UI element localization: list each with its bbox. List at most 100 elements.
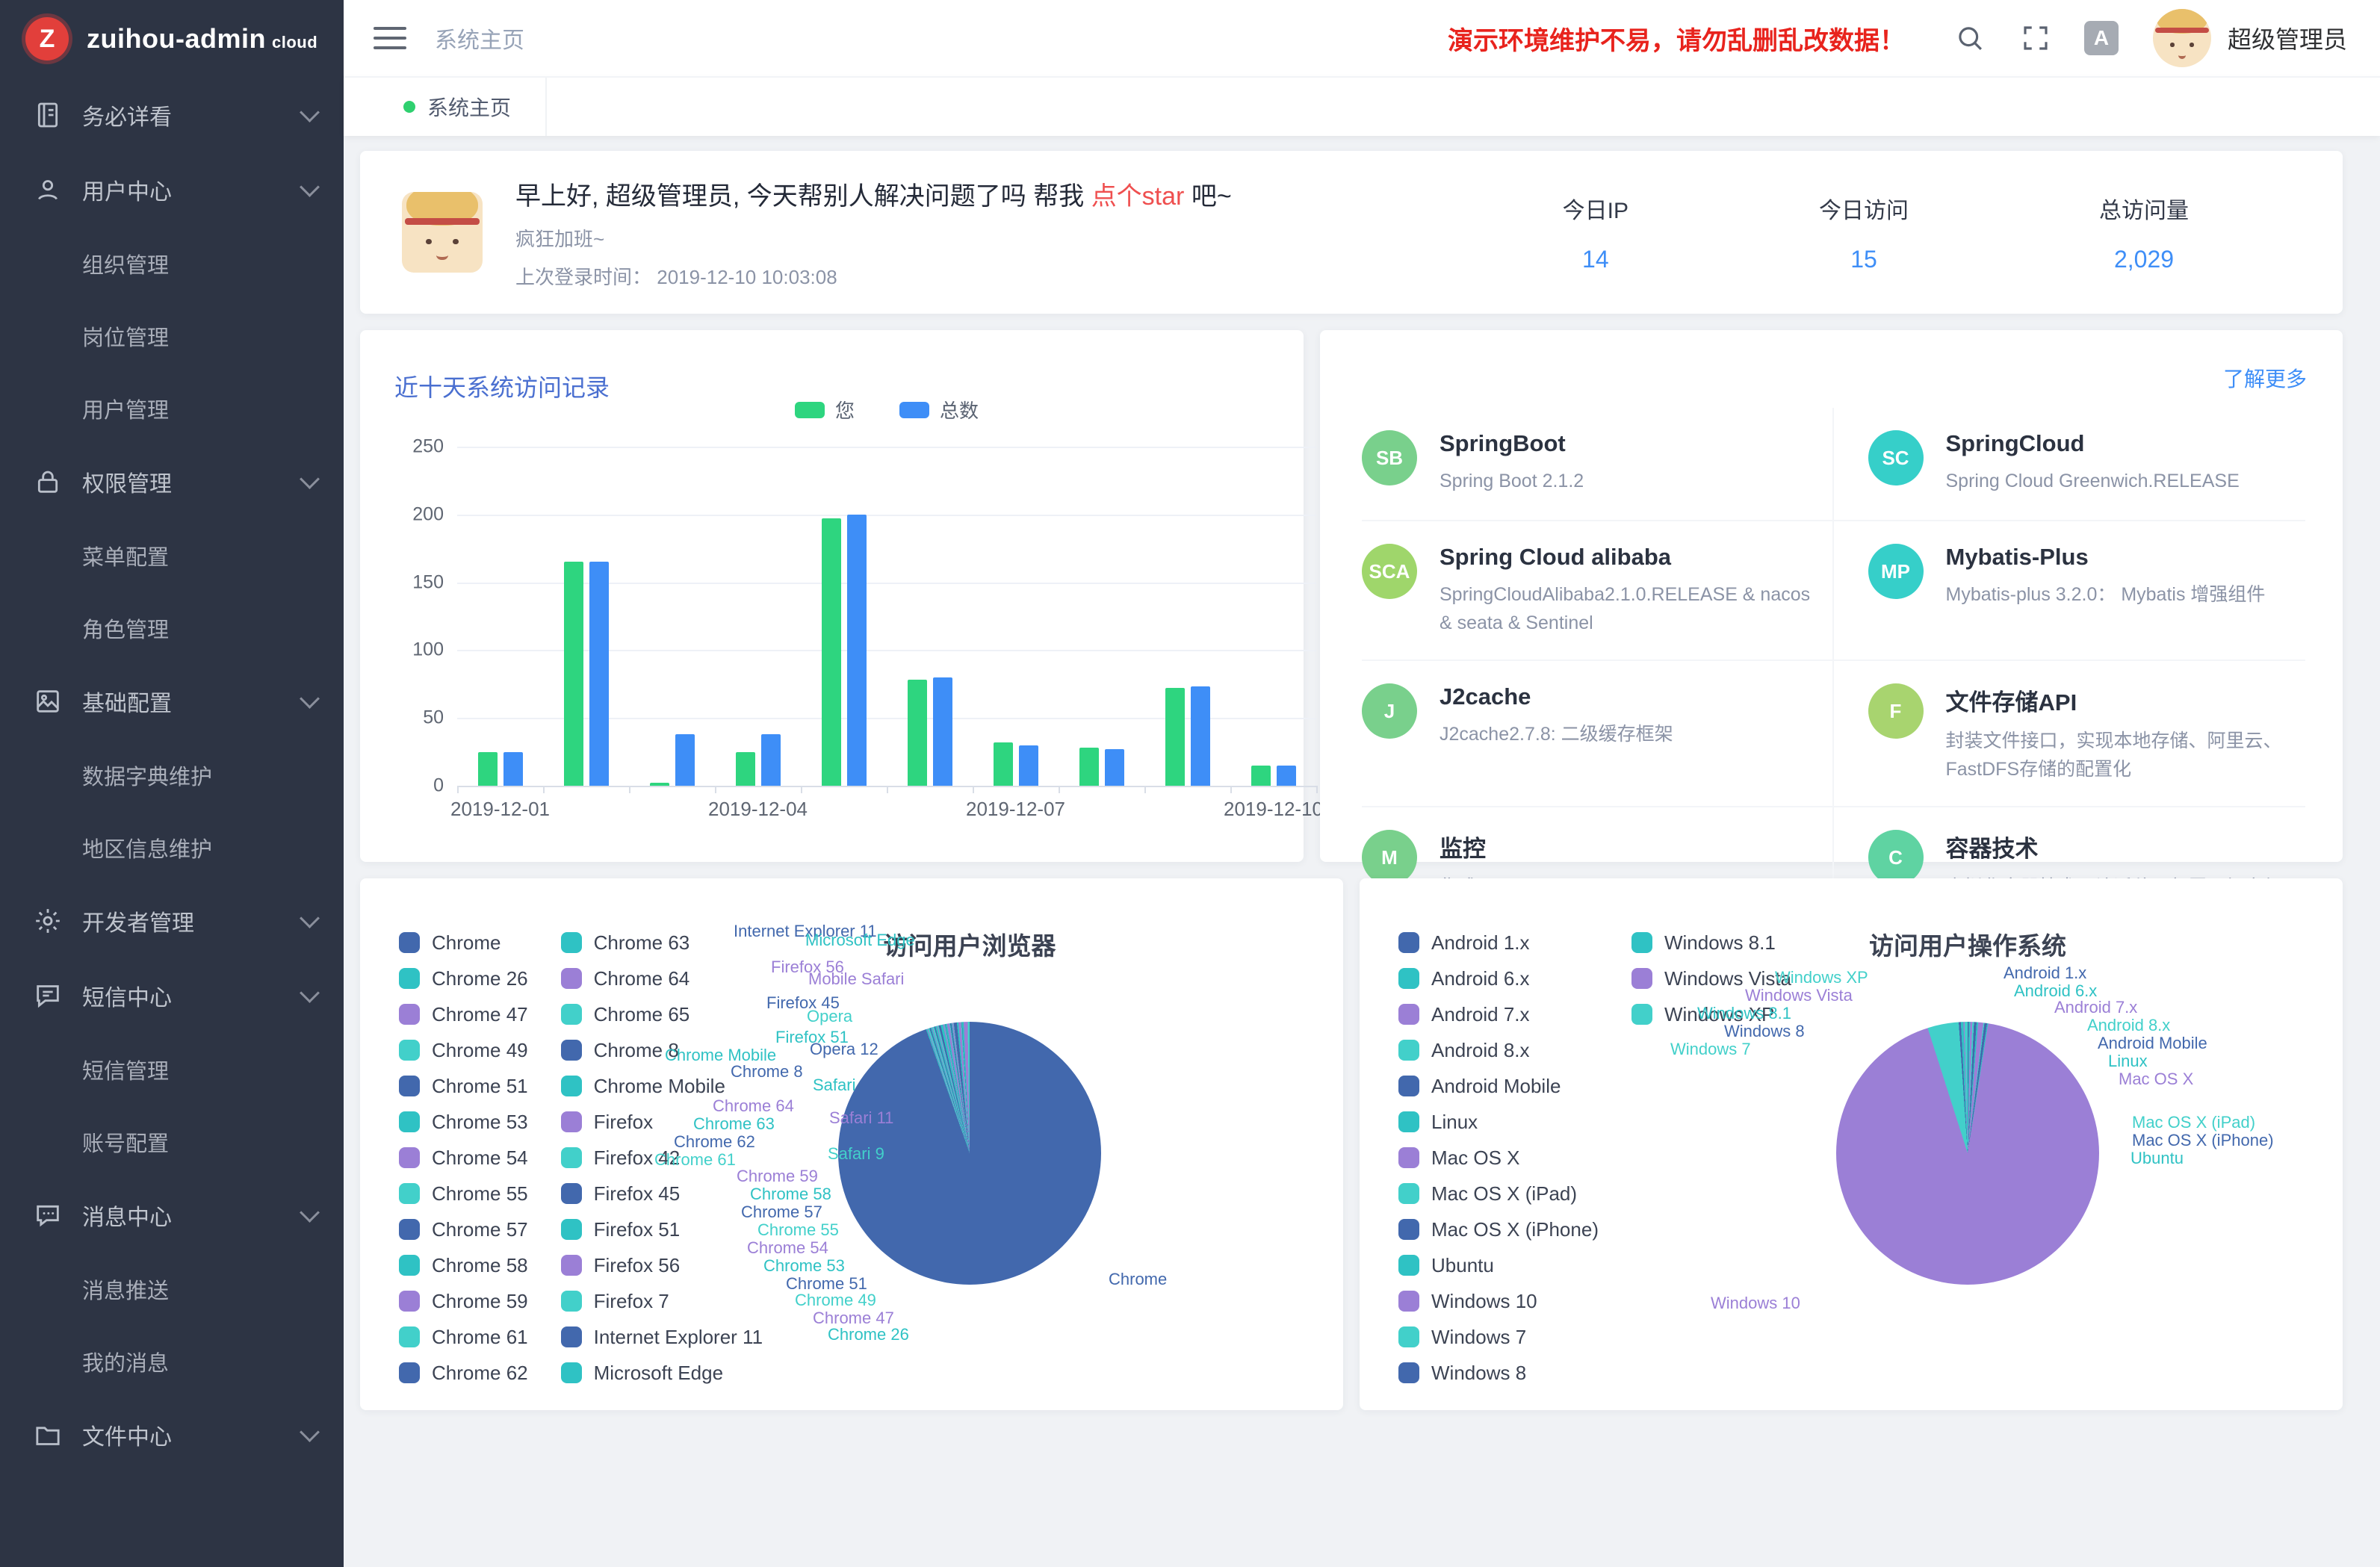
legend-swatch bbox=[1398, 932, 1419, 953]
bar-group bbox=[887, 677, 973, 786]
legend-item[interactable]: Mac OS X (iPad) bbox=[1398, 1176, 1599, 1211]
pie-callout-label: Chrome bbox=[1109, 1270, 1167, 1289]
legend-item[interactable]: Chrome 65 bbox=[561, 996, 763, 1032]
user-menu[interactable]: 超级管理员 bbox=[2153, 9, 2347, 67]
legend-swatch bbox=[399, 1362, 420, 1383]
menu-fold-icon[interactable] bbox=[374, 27, 406, 49]
tech-item-title: 监控 bbox=[1440, 830, 1820, 863]
sidebar-item-3[interactable]: 基础配置 bbox=[0, 664, 344, 739]
legend-item[interactable]: Android 6.x bbox=[1398, 961, 1599, 996]
axis-tick bbox=[973, 786, 974, 793]
legend-item[interactable]: 您 bbox=[795, 396, 855, 423]
legend-item[interactable]: Mac OS X bbox=[1398, 1140, 1599, 1176]
sidebar-subitem[interactable]: 菜单配置 bbox=[0, 519, 344, 592]
logo-row[interactable]: Z zuihou-admincloud bbox=[0, 0, 344, 78]
legend-item[interactable]: Chrome 54 bbox=[399, 1140, 528, 1176]
sidebar-item-4[interactable]: 开发者管理 bbox=[0, 884, 344, 958]
legend-item[interactable]: 总数 bbox=[899, 396, 979, 423]
legend-item[interactable]: Chrome 62 bbox=[399, 1355, 528, 1391]
user-icon bbox=[33, 175, 63, 205]
legend-item[interactable]: Android 1.x bbox=[1398, 925, 1599, 961]
sidebar-subitem[interactable]: 角色管理 bbox=[0, 592, 344, 664]
legend-item[interactable]: Chrome 55 bbox=[399, 1176, 528, 1211]
legend-swatch bbox=[1398, 968, 1419, 989]
legend-swatch bbox=[561, 1362, 582, 1383]
fullscreen-icon[interactable] bbox=[2018, 21, 2053, 55]
search-icon[interactable] bbox=[1953, 21, 1987, 55]
legend-item[interactable]: Chrome 51 bbox=[399, 1068, 528, 1104]
legend-item[interactable]: Windows 8 bbox=[1398, 1355, 1599, 1391]
pie-callout-label: Windows 8 bbox=[1724, 1022, 1805, 1041]
sidebar-item-6[interactable]: 消息中心 bbox=[0, 1178, 344, 1253]
legend-item[interactable]: Linux bbox=[1398, 1104, 1599, 1140]
sidebar-subitem[interactable]: 消息推送 bbox=[0, 1253, 344, 1325]
pie-callout-label: Chrome 59 bbox=[737, 1167, 818, 1186]
tab-system-home[interactable]: 系统主页 bbox=[369, 78, 547, 136]
sidebar-item-0[interactable]: 务必详看 bbox=[0, 78, 344, 152]
tech-item-text: SpringCloudSpring Cloud Greenwich.RELEAS… bbox=[1946, 430, 2240, 497]
sidebar-subitem[interactable]: 岗位管理 bbox=[0, 300, 344, 372]
legend-item[interactable]: Chrome 47 bbox=[399, 996, 528, 1032]
sidebar-item-label: 基础配置 bbox=[82, 685, 303, 718]
sidebar-subitem[interactable]: 短信管理 bbox=[0, 1033, 344, 1105]
pie-callout-label: Chrome 62 bbox=[674, 1132, 755, 1152]
sidebar-subitem[interactable]: 组织管理 bbox=[0, 227, 344, 300]
sidebar-subitem[interactable]: 地区信息维护 bbox=[0, 811, 344, 884]
legend-item[interactable]: Chrome 57 bbox=[399, 1211, 528, 1247]
chevron-down-icon bbox=[300, 1203, 320, 1223]
sidebar-menu: 务必详看用户中心组织管理岗位管理用户管理权限管理菜单配置角色管理基础配置数据字典… bbox=[0, 78, 344, 1472]
legend-item[interactable]: Firefox 51 bbox=[561, 1211, 763, 1247]
legend-item[interactable]: Firefox 45 bbox=[561, 1176, 763, 1211]
legend-item[interactable]: Android 7.x bbox=[1398, 996, 1599, 1032]
avatar[interactable] bbox=[2153, 9, 2211, 67]
tech-item-title: J2cache bbox=[1440, 683, 1673, 710]
legend-item[interactable]: Firefox 56 bbox=[561, 1247, 763, 1283]
learn-more-link[interactable]: 了解更多 bbox=[2223, 363, 2307, 393]
sidebar-item-7[interactable]: 文件中心 bbox=[0, 1397, 344, 1472]
legend-item[interactable]: Windows 10 bbox=[1398, 1283, 1599, 1319]
legend-item[interactable]: Chrome 61 bbox=[399, 1319, 528, 1355]
sidebar-item-1[interactable]: 用户中心 bbox=[0, 152, 344, 227]
os-pie-card: 访问用户操作系统 Android 1.xAndroid 6.xAndroid 7… bbox=[1360, 878, 2343, 1410]
sidebar-subitem[interactable]: 我的消息 bbox=[0, 1325, 344, 1397]
sidebar-item-2[interactable]: 权限管理 bbox=[0, 444, 344, 519]
legend-item[interactable]: Internet Explorer 11 bbox=[561, 1319, 763, 1355]
sidebar-subitem[interactable]: 用户管理 bbox=[0, 372, 344, 444]
legend-item[interactable]: Chrome 59 bbox=[399, 1283, 528, 1319]
tech-item-text: 文件存储API封装文件接口，实现本地存储、阿里云、FastDFS存储的配置化 bbox=[1946, 683, 2294, 784]
font-size-icon[interactable]: A bbox=[2084, 21, 2119, 55]
axis-tick bbox=[1144, 786, 1146, 793]
stat-label: 今日IP bbox=[1563, 192, 1628, 225]
sidebar-item-5[interactable]: 短信中心 bbox=[0, 958, 344, 1033]
legend-item[interactable]: Chrome 26 bbox=[399, 961, 528, 996]
tech-item-title: SpringBoot bbox=[1440, 430, 1584, 457]
sidebar-subitem[interactable]: 数据字典维护 bbox=[0, 739, 344, 811]
legend-item[interactable]: Windows 8.1 bbox=[1631, 925, 1791, 961]
legend-item[interactable]: Chrome 49 bbox=[399, 1032, 528, 1068]
sidebar-item-label: 用户中心 bbox=[82, 173, 303, 206]
lock-icon bbox=[33, 467, 63, 497]
legend-item[interactable]: Firefox 7 bbox=[561, 1283, 763, 1319]
legend-item[interactable]: Android 8.x bbox=[1398, 1032, 1599, 1068]
notebook-icon bbox=[33, 100, 63, 130]
legend-label: Android 1.x bbox=[1431, 931, 1530, 955]
legend-item[interactable]: Chrome 64 bbox=[561, 961, 763, 996]
x-axis-label: 2019-12-04 bbox=[708, 798, 808, 821]
legend-item[interactable]: Chrome 63 bbox=[561, 925, 763, 961]
bar-group bbox=[543, 562, 629, 786]
sidebar-subitem[interactable]: 账号配置 bbox=[0, 1105, 344, 1178]
legend-item[interactable]: Microsoft Edge bbox=[561, 1355, 763, 1391]
legend-item[interactable]: Mac OS X (iPhone) bbox=[1398, 1211, 1599, 1247]
stat-0: 今日IP14 bbox=[1563, 192, 1628, 273]
legend-item[interactable]: Chrome 53 bbox=[399, 1104, 528, 1140]
legend-item[interactable]: Android Mobile bbox=[1398, 1068, 1599, 1104]
pie-callout-label: Microsoft Edge bbox=[805, 931, 915, 950]
legend-item[interactable]: Chrome bbox=[399, 925, 528, 961]
legend-swatch bbox=[561, 1291, 582, 1312]
bar-group bbox=[715, 734, 801, 786]
star-link[interactable]: 点个star bbox=[1091, 182, 1185, 211]
legend-item[interactable]: Windows 7 bbox=[1398, 1319, 1599, 1355]
breadcrumb[interactable]: 系统主页 bbox=[435, 22, 524, 55]
legend-item[interactable]: Chrome 58 bbox=[399, 1247, 528, 1283]
legend-item[interactable]: Ubuntu bbox=[1398, 1247, 1599, 1283]
